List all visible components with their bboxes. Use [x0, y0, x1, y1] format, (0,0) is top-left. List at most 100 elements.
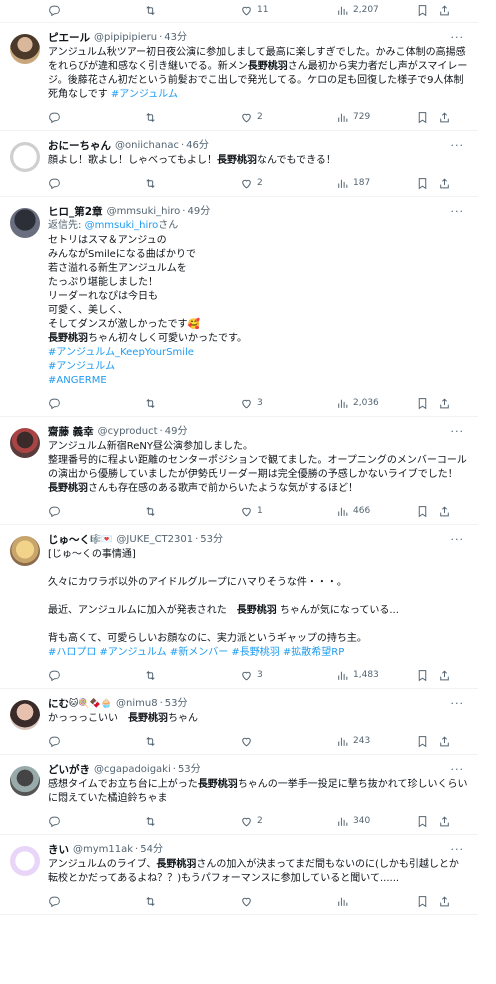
share-button[interactable] — [438, 669, 451, 682]
retweet-button[interactable] — [144, 4, 240, 17]
reply-button[interactable] — [48, 177, 144, 190]
tweet[interactable]: にむ 🐱🍭🍫🧁 @nimu8 · 53分 かっっっこいい 長野桃羽ちゃん 243 ··· — [0, 689, 478, 755]
bookmark-button[interactable] — [416, 815, 438, 828]
tweet[interactable]: どいがき @cgapadoigaki · 53分 感想タイムでお立ち台に上がった長野桃羽… — [0, 755, 478, 835]
retweet-button[interactable] — [144, 895, 240, 908]
views-button[interactable]: 466 — [336, 505, 416, 518]
views-button[interactable]: 729 — [336, 111, 416, 124]
reply-button[interactable] — [48, 895, 144, 908]
share-button[interactable] — [438, 397, 451, 410]
share-button[interactable] — [438, 895, 451, 908]
avatar[interactable] — [10, 208, 40, 238]
author-name[interactable]: ピエール — [48, 31, 90, 45]
share-button[interactable] — [438, 4, 451, 17]
author-handle[interactable]: @pipipipieru — [94, 31, 157, 45]
retweet-button[interactable] — [144, 177, 240, 190]
author-handle[interactable]: @cgapadoigaki — [94, 763, 171, 777]
tweet-time[interactable]: 54分 — [140, 843, 163, 857]
retweet-button[interactable] — [144, 397, 240, 410]
share-button[interactable] — [438, 177, 451, 190]
tweet[interactable]: 齋藤 義幸 @cyproduct · 49分 アンジュルム新宿ReNY昼公演参加しました… — [0, 417, 478, 525]
reply-to-handle[interactable]: @mmsuki_hiro — [85, 220, 159, 231]
like-button[interactable]: 3 — [240, 669, 336, 682]
reply-button[interactable] — [48, 815, 144, 828]
author-name[interactable]: にむ — [48, 697, 69, 711]
author-handle[interactable]: @cyproduct — [98, 425, 158, 439]
author-handle[interactable]: @nimu8 — [116, 697, 158, 711]
views-button[interactable]: 2,207 — [336, 4, 416, 17]
retweet-button[interactable] — [144, 111, 240, 124]
more-icon[interactable]: ··· — [451, 139, 465, 152]
reply-button[interactable] — [48, 397, 144, 410]
author-name[interactable]: きい — [48, 843, 69, 857]
more-icon[interactable]: ··· — [451, 763, 465, 776]
tweet-time[interactable]: 49分 — [165, 425, 188, 439]
retweet-button[interactable] — [144, 505, 240, 518]
author-handle[interactable]: @mmsuki_hiro — [107, 205, 181, 219]
share-button[interactable] — [438, 505, 451, 518]
share-button[interactable] — [438, 111, 451, 124]
retweet-button[interactable] — [144, 669, 240, 682]
avatar[interactable] — [10, 428, 40, 458]
hashtag-link[interactable]: #ハロプロ #アンジュルム #新メンバー #長野桃羽 #拡散希望RP — [48, 647, 344, 658]
reply-button[interactable] — [48, 735, 144, 748]
bookmark-button[interactable] — [416, 735, 438, 748]
tweet-time[interactable]: 53分 — [178, 763, 201, 777]
avatar[interactable] — [10, 536, 40, 566]
avatar[interactable] — [10, 700, 40, 730]
more-icon[interactable]: ··· — [451, 697, 465, 710]
bookmark-button[interactable] — [416, 4, 438, 17]
avatar[interactable] — [10, 34, 40, 64]
more-icon[interactable]: ··· — [451, 31, 465, 44]
reply-button[interactable] — [48, 505, 144, 518]
like-button[interactable]: 2 — [240, 177, 336, 190]
views-button[interactable]: 243 — [336, 735, 416, 748]
bookmark-button[interactable] — [416, 895, 438, 908]
author-name[interactable]: おにーちゃん — [48, 139, 111, 153]
share-button[interactable] — [438, 815, 451, 828]
author-name[interactable]: じゅ〜く — [48, 533, 90, 547]
like-button[interactable]: 2 — [240, 815, 336, 828]
like-button[interactable] — [240, 735, 336, 748]
views-button[interactable]: 187 — [336, 177, 416, 190]
tweet[interactable]: きい @mym11ak · 54分 アンジュルムのライブ、長野桃羽さんの加入が決まってま… — [0, 835, 478, 915]
like-button[interactable]: 11 — [240, 4, 336, 17]
bookmark-button[interactable] — [416, 505, 438, 518]
retweet-button[interactable] — [144, 735, 240, 748]
author-name[interactable]: どいがき — [48, 763, 90, 777]
reply-button[interactable] — [48, 111, 144, 124]
tweet[interactable]: ヒロ_第2章 @mmsuki_hiro · 49分 返信先: @mmsuki_hiroさ… — [0, 197, 478, 417]
bookmark-button[interactable] — [416, 177, 438, 190]
like-button[interactable]: 3 — [240, 397, 336, 410]
views-button[interactable]: 1,483 — [336, 669, 416, 682]
like-button[interactable]: 1 — [240, 505, 336, 518]
tweet-time[interactable]: 53分 — [165, 697, 188, 711]
bookmark-button[interactable] — [416, 111, 438, 124]
views-button[interactable] — [336, 895, 416, 908]
views-button[interactable]: 2,036 — [336, 397, 416, 410]
author-handle[interactable]: @oniichanac — [115, 139, 179, 153]
views-button[interactable]: 340 — [336, 815, 416, 828]
tweet[interactable]: じゅ〜く 🎼💌 @JUKE_CT2301 · 53分 [じゅ〜くの事情通] 久々にカワラボ… — [0, 525, 478, 689]
like-button[interactable] — [240, 895, 336, 908]
reply-button[interactable] — [48, 4, 144, 17]
bookmark-button[interactable] — [416, 397, 438, 410]
more-icon[interactable]: ··· — [451, 205, 465, 218]
retweet-button[interactable] — [144, 815, 240, 828]
like-button[interactable]: 2 — [240, 111, 336, 124]
author-name[interactable]: ヒロ_第2章 — [48, 205, 103, 219]
hashtag-link[interactable]: #アンジュルム — [111, 89, 178, 100]
author-handle[interactable]: @mym11ak — [73, 843, 133, 857]
tweet-time[interactable]: 43分 — [164, 31, 187, 45]
hashtag-link[interactable]: #アンジュルム_KeepYourSmile #アンジュルム #ANGERME — [48, 347, 194, 386]
tweet-time[interactable]: 49分 — [187, 205, 210, 219]
bookmark-button[interactable] — [416, 669, 438, 682]
more-icon[interactable]: ··· — [451, 425, 465, 438]
tweet-time[interactable]: 46分 — [186, 139, 209, 153]
share-button[interactable] — [438, 735, 451, 748]
tweet-time[interactable]: 53分 — [200, 533, 223, 547]
more-icon[interactable]: ··· — [451, 533, 465, 546]
tweet[interactable]: ピエール @pipipipieru · 43分 アンジュルム秋ツアー初日夜公演に参加しま… — [0, 23, 478, 131]
author-handle[interactable]: @JUKE_CT2301 — [116, 533, 193, 547]
avatar[interactable] — [10, 846, 40, 876]
